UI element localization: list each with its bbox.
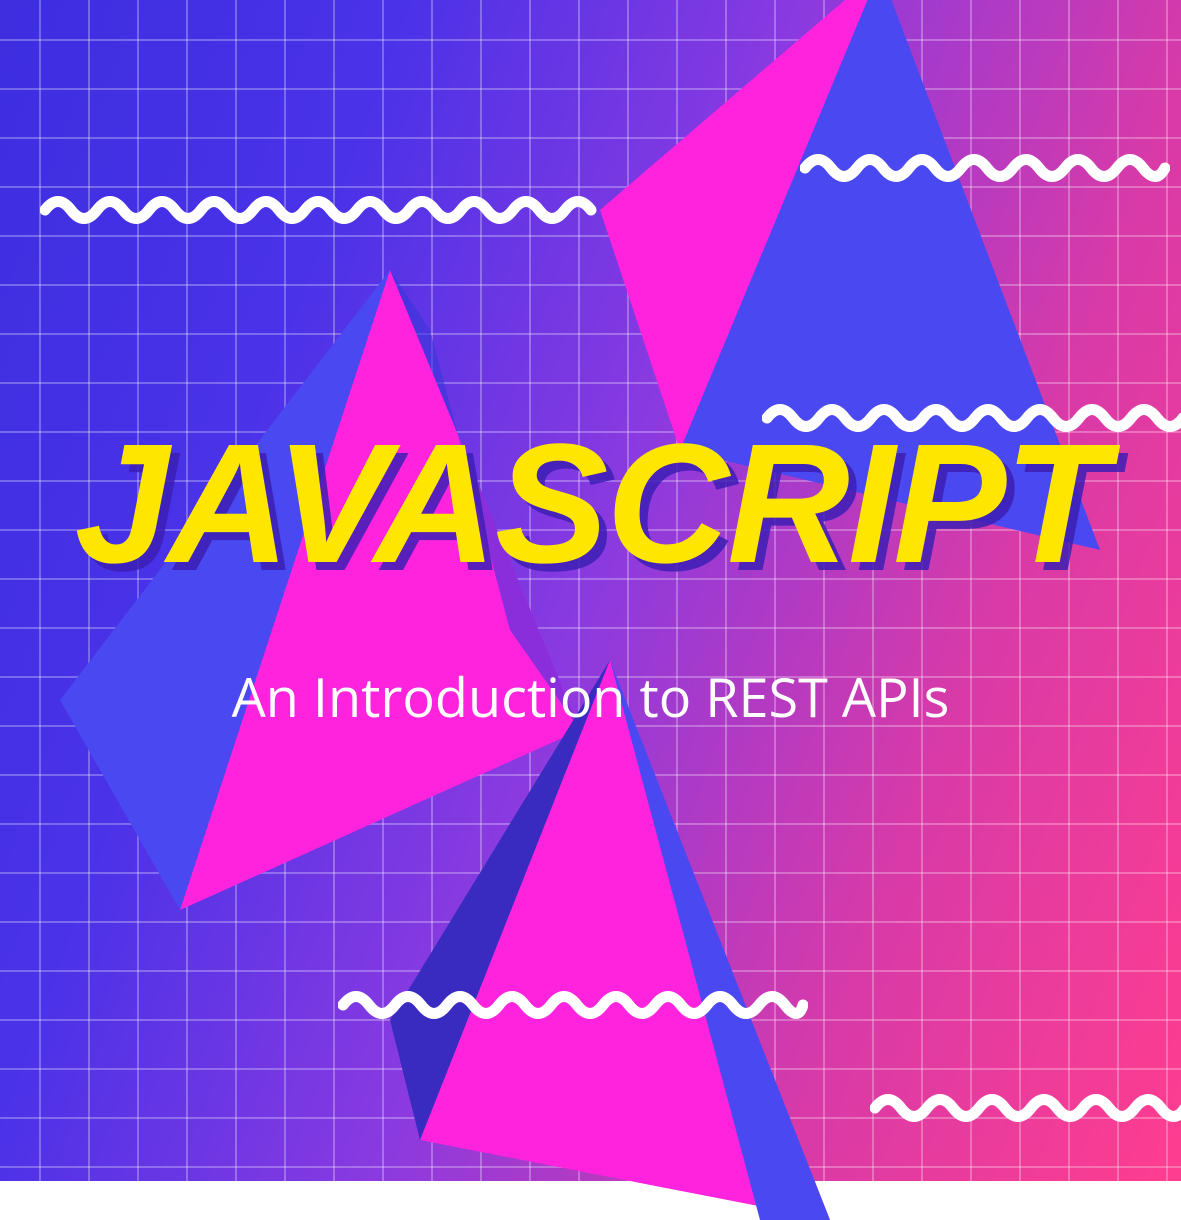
squiggle-bottom-center xyxy=(338,985,808,1025)
squiggle-top-right xyxy=(800,148,1170,188)
pyramid-bottom xyxy=(390,660,850,1220)
squiggle-bottom-right xyxy=(870,1088,1181,1128)
pyramid-top-right xyxy=(600,0,1120,610)
squiggle-top-left xyxy=(40,190,600,230)
squiggle-mid-right xyxy=(762,398,1181,438)
hero-banner: JAVASCRIPT An Introduction to REST APIs xyxy=(0,0,1181,1181)
